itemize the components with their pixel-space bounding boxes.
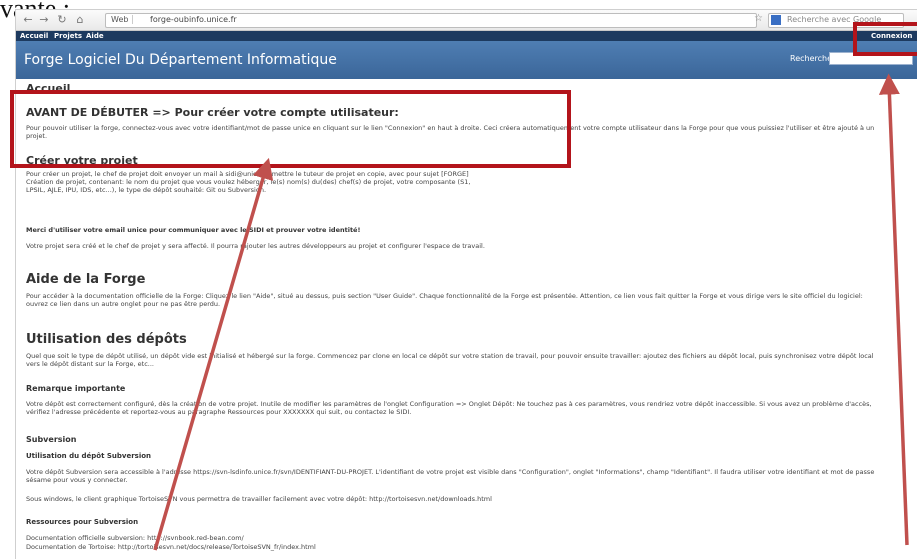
arrow-to-create-account-box <box>153 157 274 551</box>
annotation-arrows <box>153 73 909 551</box>
arrow-to-login-box <box>878 73 909 546</box>
